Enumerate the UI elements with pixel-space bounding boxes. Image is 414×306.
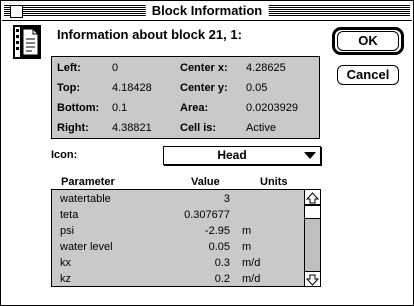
parameter-value: 3 bbox=[223, 193, 230, 205]
cell-is-label: Cell is: bbox=[180, 122, 217, 134]
bottom-value: 0.1 bbox=[112, 102, 128, 114]
vertical-scrollbar[interactable] bbox=[304, 190, 320, 286]
parameter-name: teta bbox=[60, 209, 79, 221]
block-information-dialog: Block Information Information about bloc… bbox=[0, 0, 414, 306]
parameter-value: 0.05 bbox=[208, 241, 230, 253]
cell-is-value: Active bbox=[246, 122, 276, 134]
triangle-down-icon bbox=[304, 152, 316, 159]
right-label: Right: bbox=[57, 122, 89, 134]
column-header-parameter: Parameter bbox=[61, 176, 115, 188]
parameter-rows: watertable 3 teta 0.307677 psi -2.95 m w… bbox=[52, 192, 306, 286]
table-row[interactable]: teta 0.307677 bbox=[52, 208, 306, 224]
parameter-unit: m bbox=[242, 225, 252, 237]
left-label: Left: bbox=[57, 62, 81, 74]
area-label: Area: bbox=[180, 102, 209, 114]
parameter-value: 0.3 bbox=[214, 257, 230, 269]
parameter-value: 0.2 bbox=[214, 273, 230, 285]
column-header-units: Units bbox=[260, 176, 288, 188]
center-x-label: Center x: bbox=[180, 62, 228, 74]
document-info-icon bbox=[13, 25, 41, 59]
bottom-label: Bottom: bbox=[57, 102, 100, 114]
left-value: 0 bbox=[112, 62, 119, 74]
icon-popup-value: Head bbox=[217, 148, 247, 162]
block-info-panel: Left: 0 Top: 4.18428 Bottom: 0.1 Right: … bbox=[51, 56, 320, 139]
parameter-unit: m/d bbox=[242, 257, 261, 269]
right-value: 4.38821 bbox=[112, 122, 152, 134]
arrow-up-icon[interactable] bbox=[305, 190, 320, 205]
parameter-name: psi bbox=[60, 225, 75, 237]
area-value: 0.0203929 bbox=[246, 102, 298, 114]
top-value: 4.18428 bbox=[112, 82, 152, 94]
parameter-value: 0.307677 bbox=[184, 209, 230, 221]
center-x-value: 4.28625 bbox=[246, 62, 286, 74]
column-header-value: Value bbox=[191, 176, 220, 188]
parameter-table: watertable 3 teta 0.307677 psi -2.95 m w… bbox=[51, 189, 321, 287]
icon-label: Icon: bbox=[51, 149, 78, 161]
table-row[interactable]: kz 0.2 m/d bbox=[52, 272, 306, 286]
table-row[interactable]: psi -2.95 m bbox=[52, 224, 306, 240]
top-label: Top: bbox=[57, 82, 81, 94]
parameter-value: -2.95 bbox=[204, 225, 230, 237]
center-y-label: Center y: bbox=[180, 82, 228, 94]
parameter-unit: m/d bbox=[242, 273, 261, 285]
table-row[interactable]: water level 0.05 m bbox=[52, 240, 306, 256]
parameter-name: water level bbox=[60, 241, 113, 253]
block-heading: Information about block 21, 1: bbox=[57, 27, 242, 42]
parameter-name: kz bbox=[60, 273, 71, 285]
center-y-value: 0.05 bbox=[246, 82, 268, 94]
ok-button[interactable]: OK bbox=[337, 31, 399, 51]
icon-popup-menu[interactable]: Head bbox=[163, 146, 321, 165]
parameter-unit: m bbox=[242, 241, 252, 253]
arrow-down-icon[interactable] bbox=[305, 271, 320, 286]
window-title: Block Information bbox=[145, 2, 269, 20]
table-row[interactable]: watertable 3 bbox=[52, 192, 306, 208]
scroll-thumb[interactable] bbox=[305, 205, 320, 219]
close-box-icon[interactable] bbox=[10, 5, 23, 18]
parameter-name: watertable bbox=[60, 193, 111, 205]
cancel-button[interactable]: Cancel bbox=[337, 65, 399, 85]
parameter-name: kx bbox=[60, 257, 71, 269]
table-row[interactable]: kx 0.3 m/d bbox=[52, 256, 306, 272]
title-bar[interactable]: Block Information bbox=[2, 2, 412, 21]
